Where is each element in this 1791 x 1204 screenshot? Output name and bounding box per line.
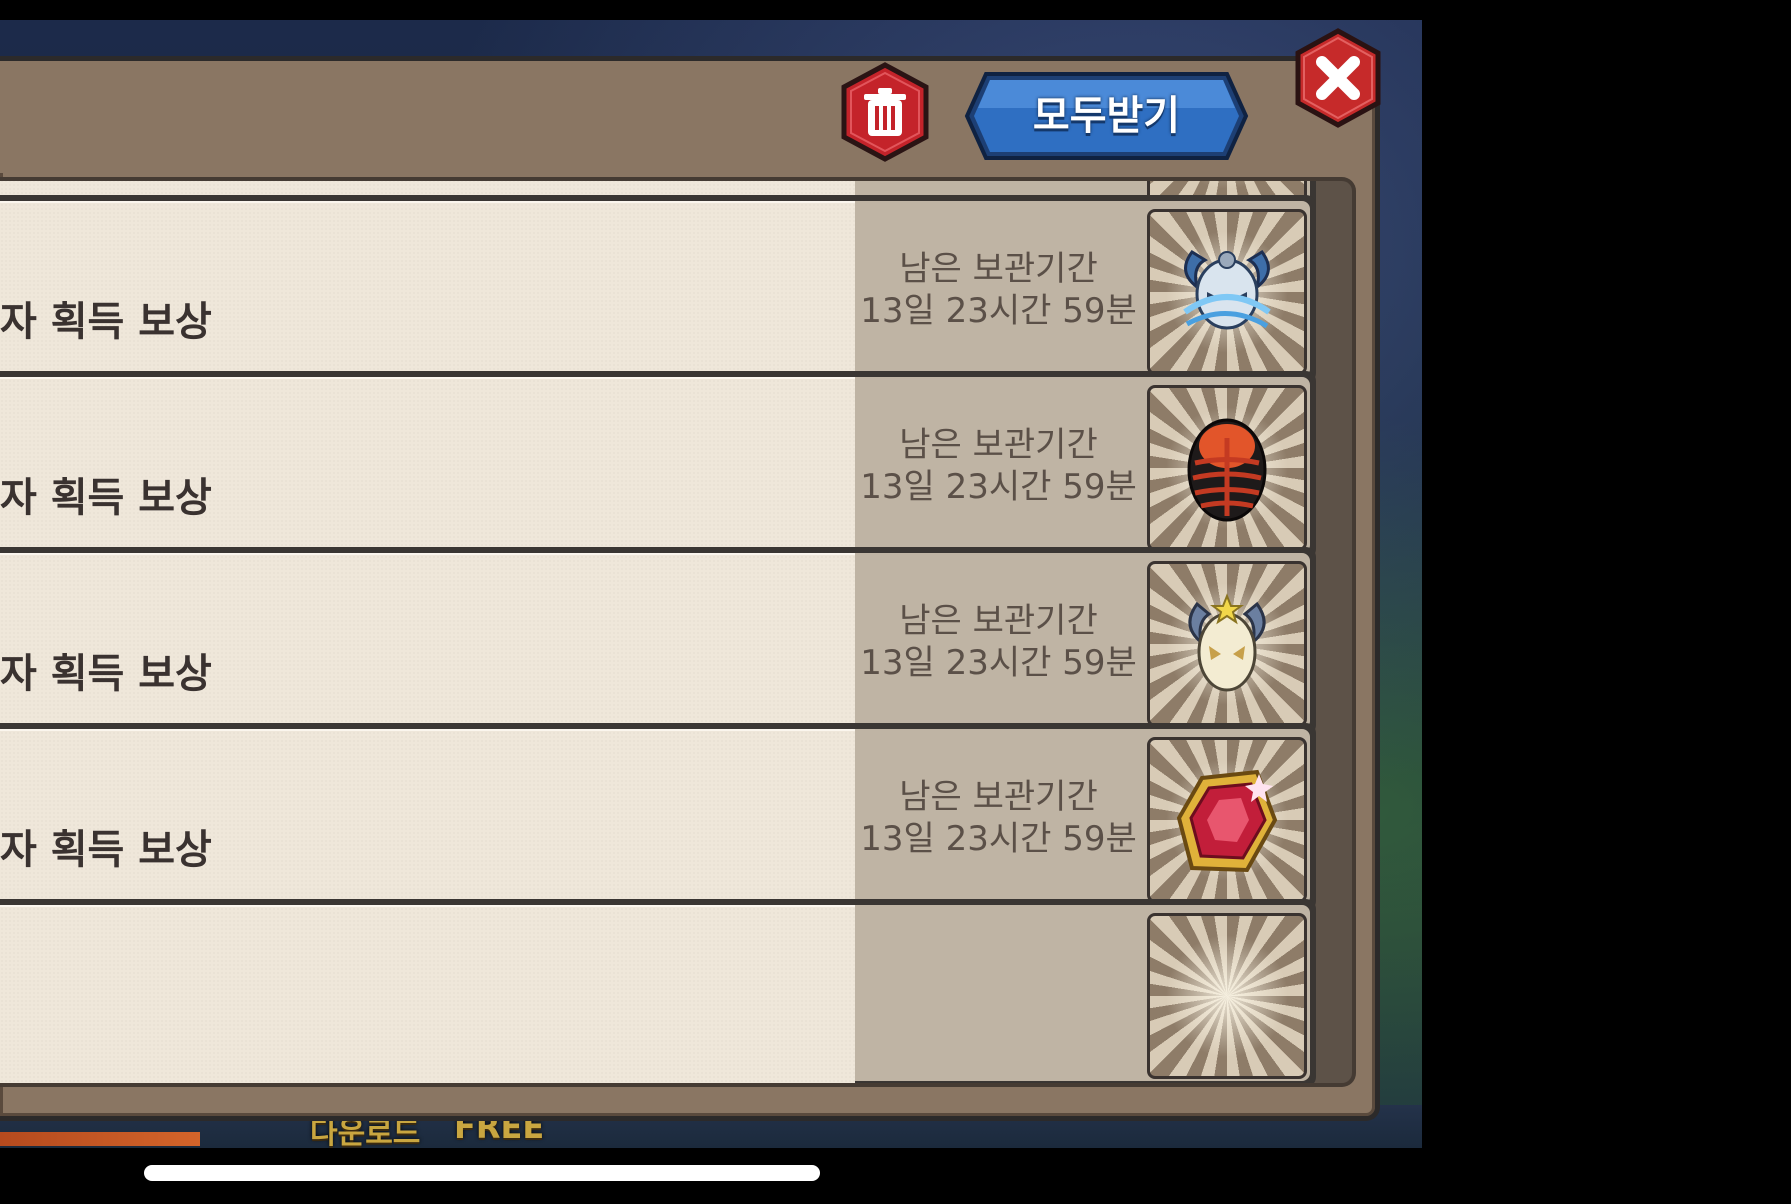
expiry-time: 13일 23시간 59분 bbox=[860, 291, 1137, 331]
collect-all-label: 모두받기 bbox=[1032, 93, 1181, 139]
reward-frame[interactable] bbox=[1147, 737, 1307, 903]
red-black-egg-icon bbox=[1187, 418, 1267, 522]
expiry-time: 13일 23시간 59분 bbox=[860, 643, 1137, 683]
close-button[interactable] bbox=[1292, 28, 1384, 128]
mail-side bbox=[855, 905, 1310, 1081]
mail-body: 자 획득 보상 bbox=[0, 377, 855, 555]
mail-item[interactable]: 자 획득 보상 남은 보관기간 13일 23시간 59분 bbox=[0, 723, 1316, 911]
mail-title: 자 획득 보상 bbox=[0, 475, 212, 521]
mail-title: 자 획득 보상 bbox=[0, 651, 212, 697]
delete-all-button[interactable] bbox=[838, 62, 932, 162]
home-indicator[interactable] bbox=[144, 1165, 820, 1181]
close-icon bbox=[1295, 28, 1381, 128]
mail-side: 남은 보관기간 13일 23시간 59분 bbox=[855, 377, 1310, 553]
mail-side: 남은 보관기간 13일 23시간 59분 bbox=[855, 201, 1310, 377]
mail-item[interactable]: 자 획득 보상 남은 보관기간 13일 23시간 59분 bbox=[0, 547, 1316, 735]
mail-body: 자 획득 보상 bbox=[0, 729, 855, 907]
expiry-time: 13일 23시간 59분 bbox=[860, 467, 1137, 507]
horned-mask-chained-icon bbox=[1183, 250, 1271, 330]
mail-body: 자 획득 보상 bbox=[0, 553, 855, 731]
mail-item-partial-bottom[interactable] bbox=[0, 899, 1316, 1083]
collect-all-button[interactable]: 모두받기 bbox=[964, 70, 1249, 162]
white-horned-mask-icon bbox=[1188, 593, 1266, 692]
mailbox-dialog: 자 획득 보상 남은 보관기간 13일 23시간 59분 자 획득 보상 남은 … bbox=[0, 56, 1380, 1121]
progress-bar bbox=[0, 1132, 200, 1146]
reward-frame bbox=[1147, 913, 1307, 1079]
mail-list-viewport: 자 획득 보상 남은 보관기간 13일 23시간 59분 자 획득 보상 남은 … bbox=[0, 181, 1325, 1083]
mail-body bbox=[0, 905, 855, 1083]
red-gem-icon bbox=[1176, 769, 1278, 873]
reward-frame[interactable] bbox=[1147, 385, 1307, 551]
mail-side: 남은 보관기간 13일 23시간 59분 bbox=[855, 553, 1310, 729]
mail-title: 자 획득 보상 bbox=[0, 299, 212, 345]
mail-item[interactable]: 자 획득 보상 남은 보관기간 13일 23시간 59분 bbox=[0, 195, 1316, 383]
reward-frame[interactable] bbox=[1147, 561, 1307, 727]
reward-frame[interactable] bbox=[1147, 209, 1307, 375]
trash-icon bbox=[841, 62, 929, 162]
expiry-time: 13일 23시간 59분 bbox=[860, 819, 1137, 859]
mail-list[interactable]: 자 획득 보상 남은 보관기간 13일 23시간 59분 자 획득 보상 남은 … bbox=[0, 177, 1356, 1087]
mail-item[interactable]: 자 획득 보상 남은 보관기간 13일 23시간 59분 bbox=[0, 371, 1316, 559]
mail-side: 남은 보관기간 13일 23시간 59분 bbox=[855, 729, 1310, 905]
mail-title: 자 획득 보상 bbox=[0, 827, 212, 873]
mail-body: 자 획득 보상 bbox=[0, 201, 855, 379]
